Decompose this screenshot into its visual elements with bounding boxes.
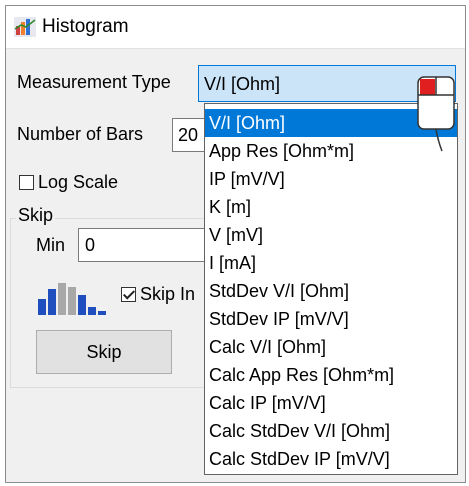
skip-button[interactable]: Skip [36,330,172,374]
dropdown-option[interactable]: StdDev IP [mV/V] [205,305,457,333]
measurement-type-value: V/I [Ohm] [204,74,281,94]
dropdown-option[interactable]: V [mV] [205,221,457,249]
min-label: Min [36,235,66,255]
number-of-bars-input[interactable]: 20 [172,118,206,152]
log-scale-box [19,175,34,190]
histogram-bars-icon [38,283,106,315]
dropdown-option[interactable]: Calc App Res [Ohm*m] [205,361,457,389]
dropdown-option[interactable]: IP [mV/V] [205,165,457,193]
log-scale-checkbox[interactable]: Log Scale [19,172,118,193]
dropdown-option[interactable]: I [mA] [205,249,457,277]
min-value: 0 [85,235,96,255]
skip-checkbox-label: Skip In [140,284,196,304]
dropdown-option[interactable]: Calc V/I [Ohm] [205,333,457,361]
histogram-app-icon [14,17,36,37]
number-of-bars-value: 20 [178,125,199,145]
dropdown-option[interactable]: Calc StdDev IP [mV/V] [205,445,457,473]
measurement-type-dropdown: V/I [Ohm] App Res [Ohm*m] IP [mV/V] K [m… [204,103,458,475]
window-title: Histogram [42,16,129,37]
skip-checkbox-box [121,287,136,302]
title-bar[interactable]: Histogram [6,6,465,49]
measurement-type-label: Measurement Type [17,72,171,92]
dropdown-option[interactable]: K [m] [205,193,457,221]
number-of-bars-label: Number of Bars [17,124,144,144]
dropdown-option[interactable]: Calc StdDev V/I [Ohm] [205,417,457,445]
min-input[interactable]: 0 [78,228,206,262]
dropdown-option[interactable]: Calc IP [mV/V] [205,389,457,417]
log-scale-label: Log Scale [38,172,119,192]
mouse-click-icon [417,76,455,152]
skip-group-legend: Skip [16,205,56,226]
dropdown-option[interactable]: StdDev V/I [Ohm] [205,277,457,305]
skip-checkbox[interactable]: Skip In [121,284,195,305]
